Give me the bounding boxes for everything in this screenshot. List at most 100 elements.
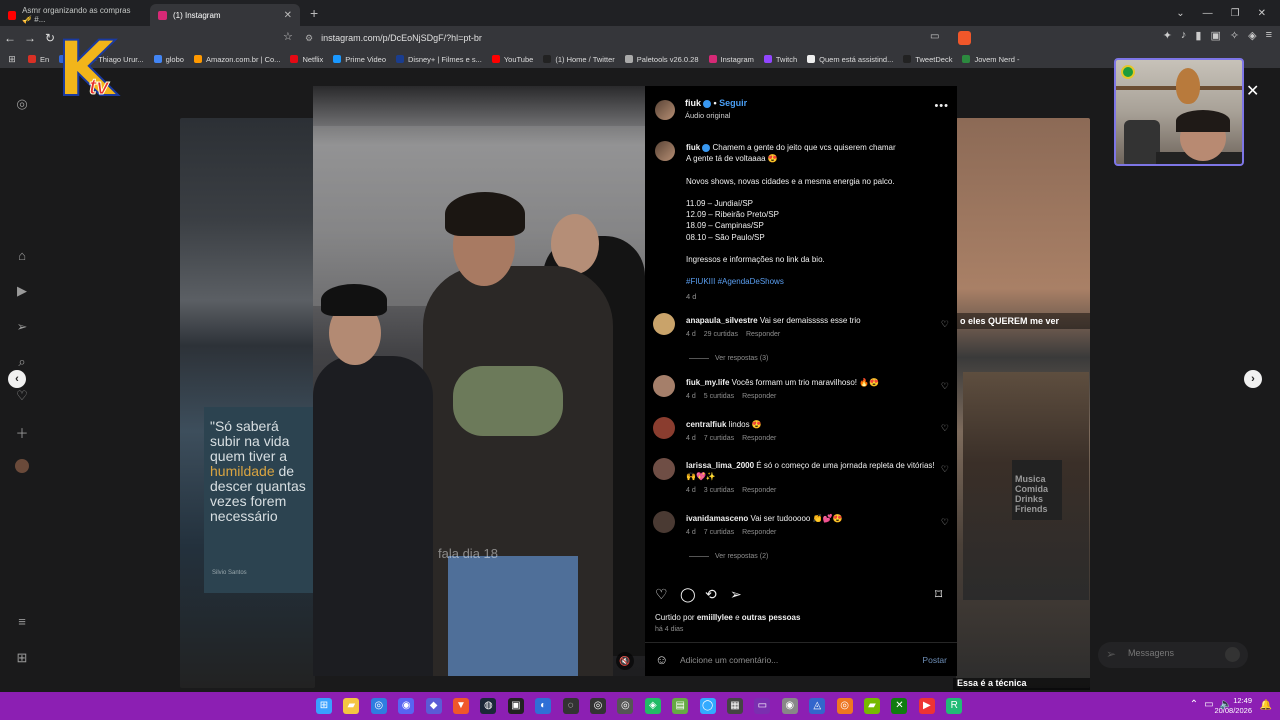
create-icon[interactable]: ＋	[14, 423, 30, 441]
comment-like-icon[interactable]: ♡	[941, 319, 949, 330]
notifications-icon[interactable]: ♡	[14, 388, 30, 404]
wallet-icon[interactable]: ▣	[1210, 29, 1220, 42]
emoji-icon[interactable]: ☺	[655, 652, 668, 667]
post-comment-button[interactable]: Postar	[922, 655, 947, 665]
bookmark-item[interactable]: Quem está assistind...	[807, 55, 893, 64]
liked-others[interactable]: outras pessoas	[742, 613, 801, 622]
tab-list-icon[interactable]: ⌄	[1176, 8, 1184, 19]
search-icon[interactable]: ⌕	[14, 354, 30, 370]
commenter-avatar[interactable]	[653, 417, 675, 439]
windows-start-icon[interactable]: ⊞	[316, 698, 332, 714]
app8-icon[interactable]: ▦	[727, 698, 743, 714]
app4-icon[interactable]: ◎	[617, 698, 634, 714]
commenter-avatar[interactable]	[653, 313, 675, 335]
reply-button[interactable]: Responder	[746, 331, 780, 338]
app5-icon[interactable]: ◈	[644, 698, 661, 714]
more-options-icon[interactable]: •••	[934, 100, 949, 112]
commenter-avatar[interactable]	[653, 458, 675, 480]
network-icon[interactable]: ▭	[1204, 699, 1213, 710]
bookmark-item[interactable]: Amazon.com.br | Co...	[193, 55, 280, 64]
post-video[interactable]: fala dia 18 🔇	[313, 86, 645, 676]
nvidia-icon[interactable]: ▰	[864, 698, 880, 714]
comment-username[interactable]: fiuk_my.life	[686, 378, 729, 387]
view-replies-button[interactable]: Ver respostas (3)	[689, 355, 768, 362]
comment-likes[interactable]: 3 curtidas	[704, 487, 734, 494]
home-icon[interactable]: ⌂	[14, 248, 30, 264]
cast-icon[interactable]: ▭	[930, 31, 939, 42]
url-field[interactable]: ⚙ instagram.com/p/DcEoNjSDgF/?hl=pt-br	[305, 28, 985, 48]
bookmark-item[interactable]: Netflix	[290, 55, 323, 64]
discord-icon[interactable]: ◉	[398, 698, 415, 714]
comment-icon[interactable]: ◯	[680, 586, 696, 603]
chevron-up-icon[interactable]: ⌃	[1190, 699, 1198, 710]
liked-user[interactable]: emiillylee	[697, 613, 733, 622]
bookmark-item[interactable]: Disney+ | Filmes e s...	[396, 55, 482, 64]
comment-username[interactable]: ivanidamasceno	[686, 514, 748, 523]
comment-like-icon[interactable]: ♡	[941, 423, 949, 434]
clock[interactable]: 12:49 20/08/2026	[1214, 696, 1252, 716]
vpn-icon[interactable]: ◈	[1248, 29, 1256, 42]
bookmark-item[interactable]: YouTube	[491, 55, 533, 64]
back-button[interactable]: ←	[0, 31, 20, 45]
reply-button[interactable]: Responder	[742, 435, 776, 442]
profile-avatar[interactable]	[15, 459, 29, 473]
reply-button[interactable]: Responder	[742, 529, 776, 536]
bookmark-item[interactable]: Twitch	[763, 55, 797, 64]
brave-icon[interactable]: ▼	[453, 698, 469, 714]
app9-icon[interactable]: ◉	[781, 698, 798, 714]
bookmark-item[interactable]: (1) Home / Twitter	[543, 55, 615, 64]
author-avatar[interactable]	[655, 100, 675, 120]
previous-post-button[interactable]: ‹	[8, 370, 26, 388]
next-post-button[interactable]: ›	[1244, 370, 1262, 388]
edge-icon[interactable]: ◎	[370, 698, 387, 714]
reply-button[interactable]: Responder	[742, 393, 776, 400]
bookmark-item[interactable]: Instagram	[708, 55, 754, 64]
comment-likes[interactable]: 5 curtidas	[704, 393, 734, 400]
mute-icon[interactable]: 🔇	[616, 652, 634, 670]
file-explorer-icon[interactable]: ▰	[343, 698, 360, 714]
commenter-avatar[interactable]	[653, 511, 675, 533]
commenter-avatar[interactable]	[653, 375, 675, 397]
reels-icon[interactable]: ▶	[14, 283, 30, 299]
close-modal-icon[interactable]: ✕	[1246, 81, 1259, 101]
minimize-button[interactable]: —	[1203, 8, 1213, 19]
app3-icon[interactable]: ◌	[562, 698, 579, 714]
maximize-button[interactable]: ❐	[1231, 8, 1240, 19]
share-icon[interactable]: ➢	[730, 586, 742, 603]
new-tab-button[interactable]: +	[310, 5, 318, 21]
comment-like-icon[interactable]: ♡	[941, 464, 949, 475]
caption-username[interactable]: fiuk	[686, 143, 700, 152]
comment-likes[interactable]: 7 curtidas	[704, 435, 734, 442]
bookmark-item[interactable]: En	[28, 55, 49, 64]
menu-icon[interactable]: ≡	[1266, 29, 1272, 42]
notification-bell-icon[interactable]: 🔔	[1260, 700, 1272, 711]
tab-youtube[interactable]: Asmr organizando as compras 🎺 #...	[0, 4, 150, 26]
close-window-button[interactable]: ✕	[1258, 8, 1266, 19]
messages-widget[interactable]: ➢ Messagens	[1098, 642, 1248, 668]
repost-icon[interactable]: ⟲	[705, 586, 717, 603]
music-icon[interactable]: ♪	[1181, 29, 1187, 42]
apps-grid-icon[interactable]: ⊞	[0, 54, 24, 65]
bookmark-item[interactable]: globo	[153, 55, 184, 64]
more-menu-icon[interactable]: ≡	[14, 614, 30, 630]
extensions-icon[interactable]: ✦	[1163, 29, 1172, 42]
view-replies-button[interactable]: Ver respostas (2)	[689, 553, 768, 560]
messages-icon[interactable]: ➢	[14, 319, 30, 335]
comment-likes[interactable]: 29 curtidas	[704, 331, 738, 338]
comment-likes[interactable]: 7 curtidas	[704, 529, 734, 536]
forward-button[interactable]: →	[20, 31, 40, 45]
comment-username[interactable]: larissa_lima_2000	[686, 461, 754, 470]
steam-icon[interactable]: ◍	[480, 698, 497, 714]
author-username[interactable]: fiuk	[685, 98, 701, 108]
comment-like-icon[interactable]: ♡	[941, 517, 949, 528]
follow-button[interactable]: Seguir	[719, 98, 747, 108]
app6-icon[interactable]: ▤	[672, 698, 689, 714]
tab-instagram[interactable]: (1) Instagram ✕	[150, 4, 300, 26]
app13-icon[interactable]: R	[946, 698, 963, 714]
caption-avatar[interactable]	[655, 141, 675, 161]
xbox-icon[interactable]: ✕	[891, 698, 908, 714]
close-tab-icon[interactable]: ✕	[284, 10, 292, 21]
app12-icon[interactable]: ▶	[918, 698, 935, 714]
site-info-icon[interactable]: ⚙	[305, 33, 313, 44]
leo-icon[interactable]: ✧	[1230, 29, 1239, 42]
